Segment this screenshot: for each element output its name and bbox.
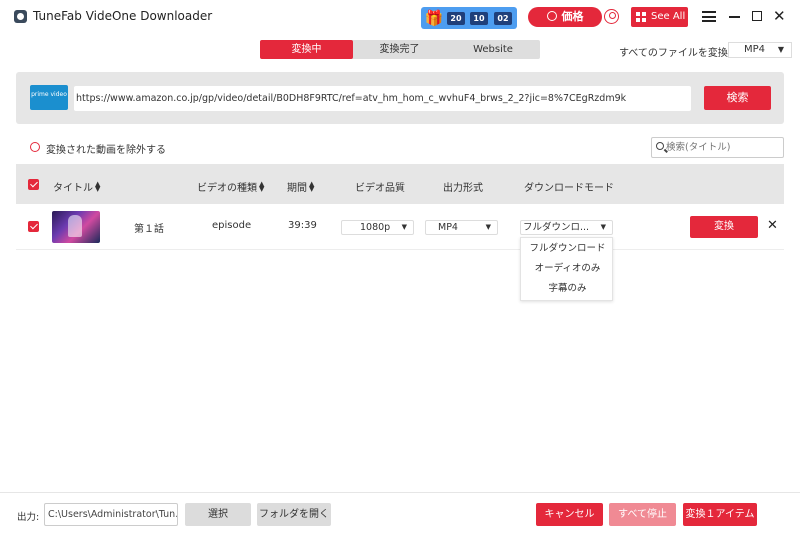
column-type-label: ビデオの種類	[197, 183, 257, 194]
row-title: 第１話	[134, 224, 164, 235]
column-duration-label: 期間	[287, 183, 307, 194]
column-duration[interactable]: 期間 ▲ ▼	[287, 179, 315, 195]
output-path-field[interactable]: C:\Users\Administrator\Tun...	[44, 503, 178, 526]
exclude-converted-radio[interactable]	[30, 142, 40, 152]
price-label: 価格	[561, 10, 584, 23]
menu-icon[interactable]	[702, 11, 716, 22]
convert-button[interactable]: 変換	[690, 216, 758, 238]
title-bar: TuneFab VideOne Downloader 🎁 20 10 02 価格…	[0, 0, 800, 33]
sort-icon: ▲ ▼	[95, 180, 101, 193]
row-duration: 39:39	[288, 220, 317, 231]
remove-row-icon[interactable]: ✕	[767, 218, 778, 233]
column-quality: ビデオ品質	[355, 183, 405, 194]
column-title-label: タイトル	[53, 183, 93, 194]
row-checkbox[interactable]	[28, 221, 39, 232]
convert-all-label: すべてのファイルを変換：	[619, 48, 738, 59]
convert-all-format-value: MP4	[744, 44, 766, 55]
dropdown-option-subtitles[interactable]: 字幕のみ	[521, 279, 614, 298]
countdown-hours: 20	[447, 12, 465, 25]
search-button[interactable]: 検索	[704, 86, 771, 110]
download-mode-value: フルダウンロ...	[523, 222, 590, 233]
column-format: 出力形式	[443, 183, 483, 194]
gift-icon: 🎁	[424, 9, 444, 27]
sort-icon: ▲ ▼	[259, 180, 265, 193]
user-icon[interactable]	[604, 9, 619, 24]
caret-down-icon: ▼	[401, 223, 407, 231]
caret-down-icon: ▼	[485, 223, 491, 231]
select-all-checkbox[interactable]	[28, 179, 39, 190]
see-all-button[interactable]: See All	[631, 7, 688, 27]
output-label: 出力:	[17, 512, 40, 523]
maximize-icon[interactable]	[752, 11, 762, 21]
caret-down-icon: ▼	[600, 223, 606, 231]
url-panel: prime video 検索	[16, 72, 784, 124]
grid-icon	[636, 12, 646, 22]
tab-website[interactable]: Website	[446, 40, 540, 59]
table-header: タイトル ▲ ▼ ビデオの種類 ▲ ▼ 期間 ▲ ▼ ビデオ品質 出力形式 ダウンロードモー…	[16, 164, 784, 204]
video-thumbnail	[52, 211, 100, 243]
dropdown-option-audio[interactable]: オーディオのみ	[521, 259, 614, 278]
prime-video-logo-text: prime video	[31, 91, 67, 98]
table-row: 第１話 episode 39:39 1080p ▼ MP4 ▼ フルダウンロ..…	[16, 204, 784, 250]
convert-all-format-select[interactable]: MP4 ▼	[728, 42, 792, 58]
title-search-box[interactable]	[651, 137, 784, 158]
promo-banner[interactable]: 🎁 20 10 02	[421, 7, 517, 29]
countdown-seconds: 02	[494, 12, 512, 25]
app-title: TuneFab VideOne Downloader	[33, 9, 213, 23]
main-tabs: 変換中 変換完了 Website	[260, 40, 540, 59]
column-type[interactable]: ビデオの種類 ▲ ▼	[197, 179, 265, 195]
title-search-input[interactable]	[666, 139, 778, 156]
download-mode-select[interactable]: フルダウンロ... ▼	[520, 220, 613, 235]
open-folder-button[interactable]: フォルダを開く	[257, 503, 331, 526]
row-type: episode	[212, 220, 252, 231]
quality-value: 1080p	[360, 222, 391, 233]
tab-converting[interactable]: 変換中	[260, 40, 353, 59]
quality-select[interactable]: 1080p ▼	[341, 220, 414, 235]
tab-completed[interactable]: 変換完了	[353, 40, 446, 59]
select-folder-button[interactable]: 選択	[185, 503, 251, 526]
exclude-converted-label[interactable]: 変換された動画を除外する	[46, 141, 166, 156]
stop-all-button[interactable]: すべて停止	[609, 503, 676, 526]
footer-bar: 出力: C:\Users\Administrator\Tun... 選択 フォル…	[0, 492, 800, 533]
price-button[interactable]: 価格	[528, 7, 602, 27]
column-mode: ダウンロードモード	[524, 183, 614, 194]
app-logo-icon	[14, 10, 27, 23]
convert-items-button[interactable]: 変換１アイテム	[683, 503, 757, 526]
cancel-button[interactable]: キャンセル	[536, 503, 603, 526]
column-title[interactable]: タイトル ▲ ▼	[53, 179, 101, 195]
dropdown-option-full[interactable]: フルダウンロード	[521, 239, 614, 258]
caret-down-icon: ▼	[777, 45, 784, 54]
format-value: MP4	[438, 222, 458, 233]
minimize-icon[interactable]	[729, 16, 740, 18]
prime-video-logo: prime video	[30, 85, 68, 110]
sort-icon: ▲ ▼	[309, 180, 315, 193]
see-all-label: See All	[651, 11, 686, 22]
search-icon	[656, 142, 664, 150]
clock-icon	[546, 11, 557, 21]
url-input[interactable]	[74, 86, 691, 111]
format-select[interactable]: MP4 ▼	[425, 220, 498, 235]
download-mode-dropdown: フルダウンロード オーディオのみ 字幕のみ	[520, 237, 613, 301]
countdown-minutes: 10	[470, 12, 488, 25]
close-icon[interactable]: ✕	[773, 7, 786, 25]
